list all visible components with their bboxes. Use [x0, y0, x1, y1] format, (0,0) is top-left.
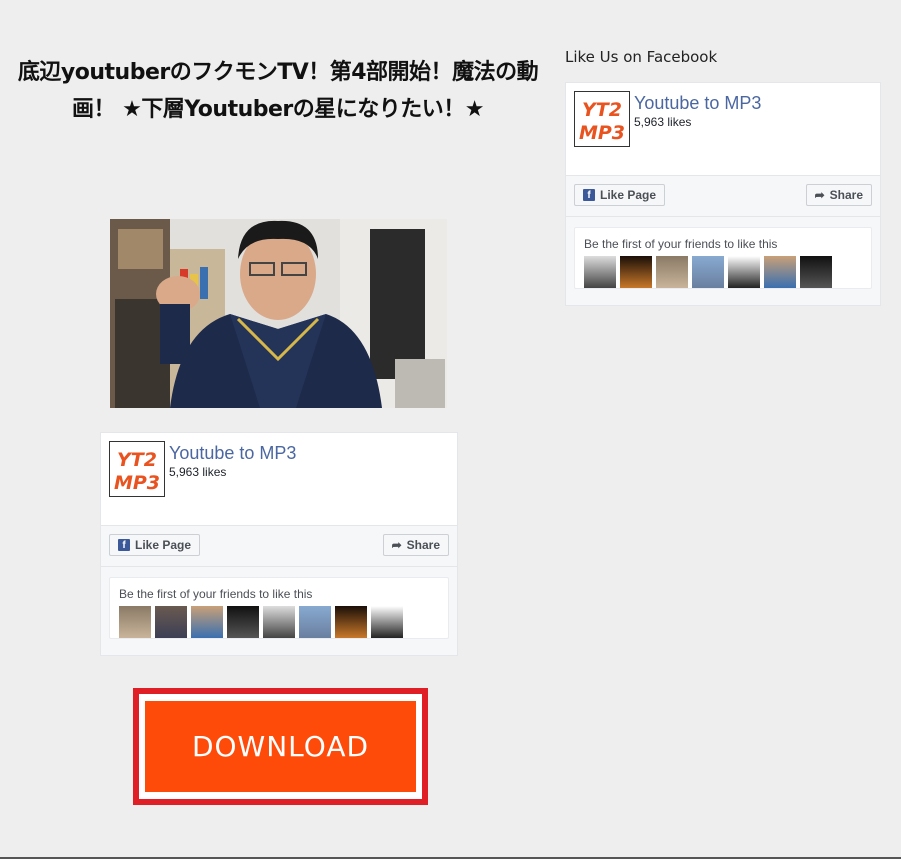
- friend-faces: [584, 256, 832, 288]
- svg-text:YT2: YT2: [117, 449, 157, 471]
- friend-faces: [119, 606, 403, 638]
- friend-avatar[interactable]: [728, 256, 760, 288]
- friends-box: Be the first of your friends to like thi…: [574, 227, 872, 289]
- page-logo[interactable]: YT2 MP3: [574, 91, 630, 147]
- like-page-label: Like Page: [135, 538, 192, 552]
- friends-text: Be the first of your friends to like thi…: [584, 237, 778, 251]
- svg-text:MP3: MP3: [579, 122, 625, 144]
- facebook-page-widget-main: YT2 MP3 Youtube to MP3 5,963 likes f Lik…: [100, 432, 458, 656]
- likes-count: 5,963 likes: [169, 465, 227, 479]
- friend-avatar[interactable]: [335, 606, 367, 638]
- friends-text: Be the first of your friends to like thi…: [119, 587, 313, 601]
- video-thumbnail[interactable]: [110, 219, 447, 408]
- like-page-button[interactable]: f Like Page: [574, 184, 666, 206]
- page-name-link[interactable]: Youtube to MP3: [634, 93, 761, 114]
- sidebar-heading: Like Us on Facebook: [565, 48, 718, 66]
- friend-avatar[interactable]: [263, 606, 295, 638]
- share-arrow-icon: ➦: [814, 188, 825, 202]
- friend-avatar[interactable]: [692, 256, 724, 288]
- page-name-link[interactable]: Youtube to MP3: [169, 443, 296, 464]
- download-highlight-frame: DOWNLOAD: [133, 688, 428, 805]
- likes-count: 5,963 likes: [634, 115, 692, 129]
- page-logo[interactable]: YT2 MP3: [109, 441, 165, 497]
- friend-avatar[interactable]: [656, 256, 688, 288]
- like-page-button[interactable]: f Like Page: [109, 534, 201, 556]
- friend-avatar[interactable]: [584, 256, 616, 288]
- friend-avatar[interactable]: [155, 606, 187, 638]
- friend-avatar[interactable]: [764, 256, 796, 288]
- video-title: 底辺youtuberのフクモンTV！第4部開始！魔法の動画！ ★下層Youtub…: [17, 60, 539, 122]
- download-button[interactable]: DOWNLOAD: [145, 701, 416, 792]
- friend-avatar[interactable]: [191, 606, 223, 638]
- friend-avatar[interactable]: [299, 606, 331, 638]
- share-label: Share: [829, 188, 863, 202]
- share-arrow-icon: ➦: [391, 538, 402, 552]
- friend-avatar[interactable]: [371, 606, 403, 638]
- friend-avatar[interactable]: [227, 606, 259, 638]
- friends-box: Be the first of your friends to like thi…: [109, 577, 449, 639]
- share-button[interactable]: ➦ Share: [805, 184, 872, 206]
- like-page-label: Like Page: [600, 188, 657, 202]
- facebook-icon: f: [118, 539, 130, 551]
- friend-avatar[interactable]: [800, 256, 832, 288]
- svg-text:MP3: MP3: [114, 472, 160, 494]
- share-label: Share: [406, 538, 440, 552]
- facebook-icon: f: [583, 189, 595, 201]
- svg-text:YT2: YT2: [582, 99, 622, 121]
- friend-avatar[interactable]: [119, 606, 151, 638]
- friend-avatar[interactable]: [620, 256, 652, 288]
- share-button[interactable]: ➦ Share: [382, 534, 449, 556]
- facebook-page-widget-sidebar: YT2 MP3 Youtube to MP3 5,963 likes f Lik…: [565, 82, 881, 306]
